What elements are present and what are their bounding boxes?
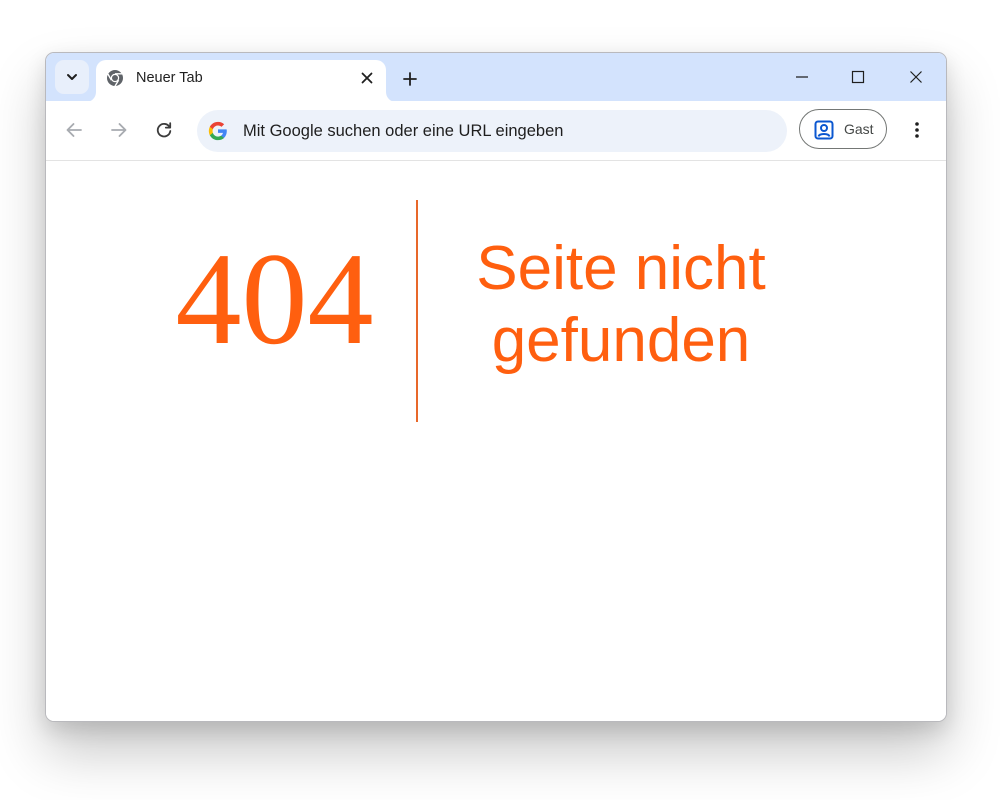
more-vertical-icon xyxy=(915,122,919,138)
back-button[interactable] xyxy=(60,116,88,144)
tab-title: Neuer Tab xyxy=(136,70,203,86)
close-icon xyxy=(910,71,922,83)
guest-profile-icon xyxy=(814,120,834,140)
chevron-down-icon xyxy=(67,74,77,80)
address-input[interactable] xyxy=(243,110,773,152)
tab-active[interactable]: Neuer Tab xyxy=(96,60,386,102)
minimize-icon xyxy=(796,76,808,78)
plus-icon xyxy=(403,72,417,86)
tab-strip: Neuer Tab xyxy=(46,53,946,102)
page-content: 404 Seite nicht gefunden xyxy=(46,161,946,721)
reload-icon xyxy=(156,122,172,138)
vertical-divider xyxy=(416,200,418,422)
address-bar[interactable] xyxy=(197,110,787,152)
arrow-left-icon xyxy=(66,123,82,137)
tab-close-button[interactable] xyxy=(358,69,376,87)
desktop-background: Neuer Tab Mit Google suchen oder eine UR… xyxy=(0,0,1000,800)
new-tab-button[interactable] xyxy=(396,65,424,93)
error-message: Seite nicht gefunden xyxy=(476,234,766,375)
browser-menu-button[interactable] xyxy=(904,116,930,144)
window-close-button[interactable] xyxy=(896,63,936,91)
chrome-icon xyxy=(107,70,123,87)
window-minimize-button[interactable] xyxy=(782,63,822,91)
maximize-icon xyxy=(851,70,865,84)
window-maximize-button[interactable] xyxy=(838,63,878,91)
profile-button[interactable]: Gast xyxy=(799,109,887,149)
browser-window: Neuer Tab Mit Google suchen oder eine UR… xyxy=(45,52,947,722)
error-code: 404 xyxy=(175,225,374,372)
profile-label: Gast xyxy=(844,121,874,137)
browser-toolbar: Gast xyxy=(46,101,946,161)
forward-button[interactable] xyxy=(105,116,133,144)
google-g-icon xyxy=(208,121,227,141)
reload-button[interactable] xyxy=(150,116,178,144)
tab-search-button[interactable] xyxy=(55,60,89,94)
close-icon xyxy=(361,72,373,84)
arrow-right-icon xyxy=(111,123,127,137)
